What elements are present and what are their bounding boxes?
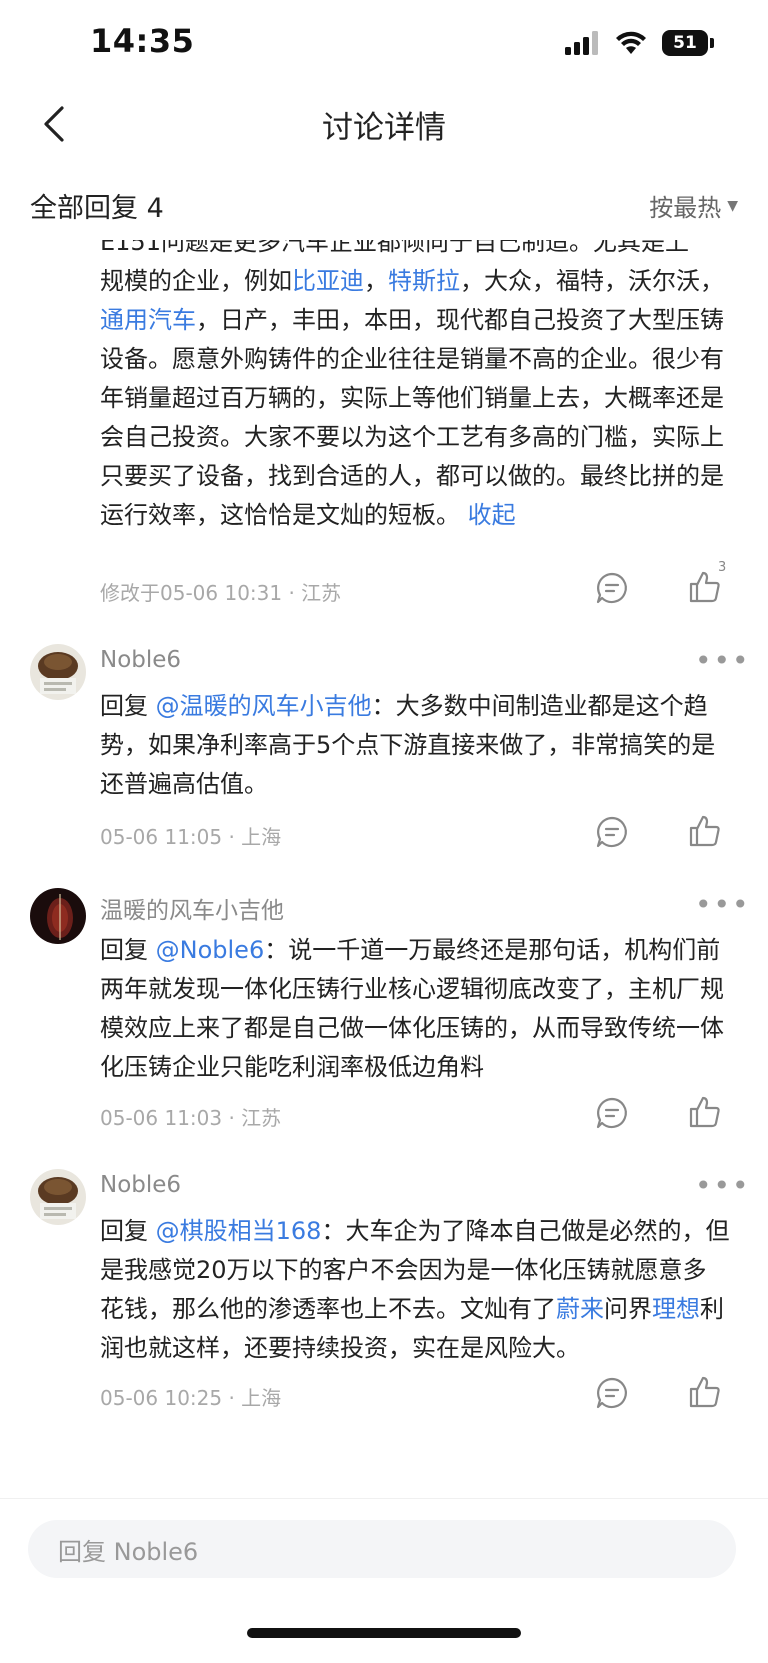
like-icon[interactable] — [688, 570, 722, 604]
partial-line: E151问题是更多汽车企业都倾向于自己制造。尤其是上 — [100, 240, 689, 256]
comment-text: 回复 @Noble6：说一千道一万最终还是那句话，机构们前两年就发现一体化压铸行… — [100, 936, 724, 1081]
comment-text: 回复 @温暖的风车小吉他：大多数中间制造业都是这个趋势，如果净利率高于5个点下游… — [100, 692, 716, 798]
caret-down-icon: ▼ — [727, 197, 738, 214]
avatar-image — [30, 1169, 86, 1225]
comment-icon[interactable] — [595, 815, 629, 849]
home-indicator[interactable] — [247, 1628, 521, 1638]
battery-level: 51 — [673, 33, 697, 53]
mention-link[interactable]: @棋股相当168 — [156, 1217, 322, 1245]
wifi-icon — [616, 31, 646, 54]
like-icon[interactable] — [688, 814, 722, 848]
battery-tip — [710, 38, 714, 48]
mention-link[interactable]: @温暖的风车小吉他 — [156, 692, 372, 720]
stock-link-li-auto[interactable]: 理想 — [652, 1295, 700, 1323]
sort-label: 按最热 — [649, 194, 722, 222]
comment-username[interactable]: Noble6 — [100, 1172, 181, 1198]
avatar[interactable] — [30, 888, 86, 944]
comment-icon[interactable] — [595, 1376, 629, 1410]
more-options-icon[interactable]: ••• — [695, 1169, 751, 1202]
stock-link-nio[interactable]: 蔚来 — [556, 1295, 604, 1323]
comment-text: 回复 @棋股相当168：大车企为了降本自己做是必然的，但是我感觉20万以下的客户… — [100, 1217, 730, 1362]
avatar[interactable] — [30, 644, 86, 700]
signal-icon — [565, 31, 598, 55]
comment-meta: 05-06 11:05 · 上海 — [100, 825, 282, 849]
page-title: 讨论详情 — [322, 110, 446, 146]
reply-input-placeholder: 回复 Noble6 — [58, 1537, 199, 1566]
comment-icon[interactable] — [595, 571, 629, 605]
reply-meta: 修改于05-06 10:31 · 江苏 — [100, 581, 342, 605]
more-options-icon[interactable]: ••• — [695, 644, 751, 677]
collapse-link[interactable]: 收起 — [468, 501, 516, 529]
avatar-image — [30, 888, 86, 944]
comment-icon[interactable] — [595, 1096, 629, 1130]
more-options-icon[interactable]: ••• — [695, 888, 751, 921]
reply-count-title: 全部回复 4 — [30, 193, 164, 224]
avatar[interactable] — [30, 1169, 86, 1225]
sort-dropdown[interactable]: 按最热 ▼ — [649, 188, 738, 223]
comment-meta: 05-06 10:25 · 上海 — [100, 1386, 282, 1410]
reply-input[interactable]: 回复 Noble6 — [28, 1520, 736, 1578]
mention-link[interactable]: @Noble6 — [156, 936, 265, 964]
reply-text: 规模的企业，例如比亚迪，特斯拉，大众，福特，沃尔沃，通用汽车，日产，丰田，本田，… — [100, 267, 724, 529]
reply-list[interactable]: E151问题是更多汽车企业都倾向于自己制造。尤其是上 规模的企业，例如比亚迪，特… — [0, 240, 768, 1498]
stock-link-gm[interactable]: 通用汽车 — [100, 306, 196, 334]
like-icon[interactable] — [688, 1095, 722, 1129]
battery-icon: 51 — [662, 30, 708, 56]
status-icons: 51 — [564, 30, 714, 56]
status-time: 14:35 — [90, 22, 195, 60]
comment-username[interactable]: Noble6 — [100, 647, 181, 673]
stock-link-byd[interactable]: 比亚迪 — [292, 267, 364, 295]
avatar-image — [30, 644, 86, 700]
reply-body-partial: E151问题是更多汽车企业都倾向于自己制造。尤其是上 规模的企业，例如比亚迪，特… — [100, 240, 730, 535]
stock-link-tesla[interactable]: 特斯拉 — [388, 267, 460, 295]
like-count: 3 — [718, 560, 727, 575]
comment-meta: 05-06 11:03 · 江苏 — [100, 1106, 282, 1130]
like-icon[interactable] — [688, 1375, 722, 1409]
comment-username[interactable]: 温暖的风车小吉他 — [100, 891, 284, 925]
